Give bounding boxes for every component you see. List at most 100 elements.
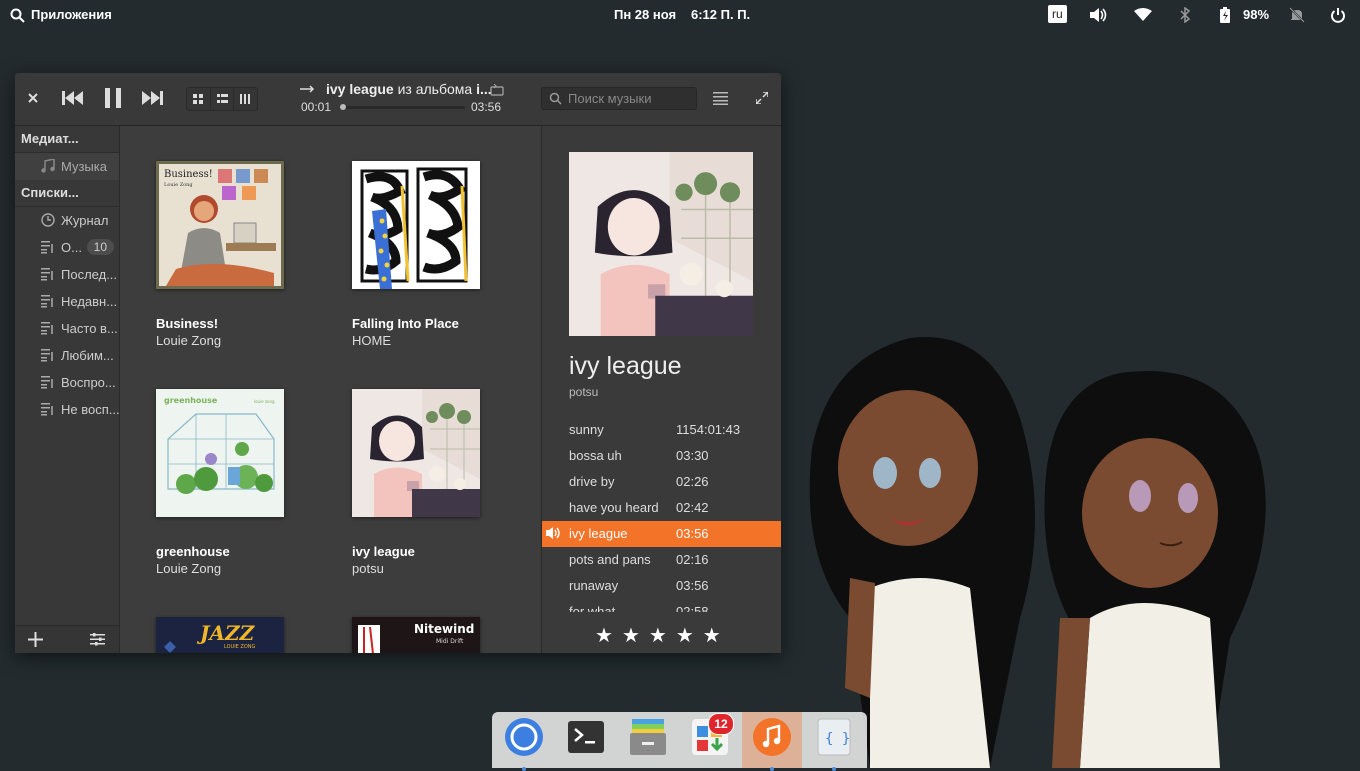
track-row[interactable]: for what 02:58 — [542, 599, 781, 612]
star-icon[interactable]: ★ — [622, 623, 640, 648]
music-icon — [753, 718, 791, 756]
album-title: greenhouse — [156, 544, 230, 559]
sidebar-item-label: Не восп... — [61, 402, 119, 417]
album-card[interactable]: Business! Louie Zong Business! Louie Zon… — [156, 161, 326, 348]
previous-button[interactable] — [62, 89, 84, 107]
dock-item-music[interactable] — [752, 717, 792, 771]
grid-icon — [193, 94, 204, 104]
sidebar-item-label: Недавн... — [61, 294, 118, 309]
sidebar-item-playlist[interactable]: Воспро... — [15, 369, 119, 396]
track-duration: 1154:01:43 — [676, 422, 741, 437]
applications-menu[interactable]: Приложения — [10, 7, 112, 23]
cover-title: greenhouse — [164, 396, 218, 405]
keyboard-layout-indicator[interactable]: ru — [1048, 5, 1067, 23]
track-row[interactable]: pots and pans 02:16 — [542, 547, 781, 573]
track-duration: 02:42 — [676, 500, 709, 515]
track-row[interactable]: drive by 02:26 — [542, 469, 781, 495]
sidebar-item-playlist[interactable]: Недавн... — [15, 288, 119, 315]
album-details-panel: ivy league potsu sunny 1154:01:43 bossa u… — [541, 126, 781, 653]
playlists-header: Списки... — [15, 180, 119, 207]
add-playlist-button[interactable] — [28, 632, 43, 652]
list-view-button[interactable] — [211, 88, 235, 110]
album-card[interactable]: greenhouse louie zong greenhouse Louie Z… — [156, 389, 326, 576]
cover-title: Nitewind — [414, 622, 474, 636]
power-icon[interactable] — [1328, 7, 1348, 23]
album-cover: Nitewind Midi Drift — [352, 617, 480, 653]
view-switcher — [186, 87, 258, 111]
star-icon[interactable]: ★ — [649, 623, 667, 648]
album-grid: Business! Louie Zong Business! Louie Zon… — [120, 126, 540, 653]
next-button[interactable] — [141, 89, 163, 107]
sidebar-item-playlist[interactable]: Не восп... — [15, 396, 119, 423]
star-icon[interactable]: ★ — [703, 623, 721, 648]
cover-artist: Louie Zong — [164, 182, 193, 188]
maximize-button[interactable] — [754, 90, 770, 106]
list-icon — [216, 94, 228, 103]
dock-item-appcenter[interactable]: 12 — [690, 713, 734, 757]
sidebar-item-queue[interactable]: О... 10 — [15, 234, 119, 261]
track-list: sunny 1154:01:43 bossa uh 03:30 drive by 02… — [542, 417, 781, 612]
wifi-icon[interactable] — [1133, 7, 1153, 23]
now-playing-track: ivy league — [326, 81, 394, 97]
sidebar-item-label: Любим... — [61, 348, 114, 363]
applications-label: Приложения — [31, 7, 112, 22]
date-label[interactable]: Пн 28 ноя — [614, 7, 676, 23]
album-card[interactable]: Nitewind Midi Drift — [352, 617, 522, 653]
search-field[interactable]: Поиск музыки — [541, 87, 697, 110]
track-row[interactable]: have you heard 02:42 — [542, 495, 781, 521]
close-button[interactable] — [25, 90, 41, 106]
track-row[interactable]: bossa uh 03:30 — [542, 443, 781, 469]
dock-item-terminal[interactable] — [566, 717, 606, 757]
star-icon[interactable]: ★ — [676, 623, 694, 648]
sidebar-item-playlist[interactable]: Любим... — [15, 342, 119, 369]
sidebar-item-music[interactable]: Музыка — [15, 153, 119, 180]
seek-bar[interactable] — [339, 104, 465, 110]
files-icon — [630, 719, 666, 755]
album-card[interactable]: JAZZ LOUIE ZONG — [156, 617, 326, 653]
playlist-icon — [41, 322, 53, 335]
track-row-playing[interactable]: ivy league 03:56 — [542, 521, 781, 547]
track-name: bossa uh — [569, 448, 622, 463]
album-title-large: ivy league — [569, 352, 682, 380]
notifications-off-icon[interactable] — [1287, 7, 1307, 23]
equalizer-button[interactable] — [90, 633, 105, 651]
sidebar-footer — [15, 625, 119, 653]
rating-stars: ★ ★ ★ ★ ★ — [595, 623, 721, 648]
arrow-right-icon — [300, 85, 315, 93]
speaker-icon — [546, 527, 560, 539]
seek-knob[interactable] — [339, 104, 346, 110]
dock-item-code[interactable]: { } — [814, 717, 854, 771]
cover-title: Business! — [164, 169, 213, 180]
sidebar-item-playlist[interactable]: Часто в... — [15, 315, 119, 342]
track-duration: 02:16 — [676, 552, 709, 567]
sidebar-item-playlist[interactable]: Послед... — [15, 261, 119, 288]
album-cover — [352, 161, 480, 289]
sidebar-item-history[interactable]: Журнал — [15, 207, 119, 234]
grid-view-button[interactable] — [187, 88, 211, 110]
track-row[interactable]: sunny 1154:01:43 — [542, 417, 781, 443]
volume-icon[interactable] — [1088, 7, 1108, 23]
album-artist-large: potsu — [569, 385, 599, 399]
column-view-button[interactable] — [234, 88, 257, 110]
track-name: sunny — [569, 422, 604, 437]
terminal-icon — [568, 721, 604, 753]
playlist-icon — [41, 403, 53, 416]
track-row[interactable]: runaway 03:56 — [542, 573, 781, 599]
now-playing-from: из альбома — [397, 81, 473, 97]
sidebar-item-label: Воспро... — [61, 375, 116, 390]
pause-icon — [105, 88, 121, 108]
bluetooth-off-icon[interactable] — [1175, 7, 1195, 23]
album-card[interactable]: ivy league potsu — [352, 389, 522, 576]
queue-menu-button[interactable] — [712, 90, 728, 106]
star-icon[interactable]: ★ — [595, 623, 613, 648]
queue-count-badge: 10 — [86, 239, 114, 255]
album-card[interactable]: Falling Into Place HOME — [352, 161, 522, 348]
repeat-icon[interactable] — [490, 83, 504, 101]
dock-item-files[interactable] — [628, 717, 668, 757]
battery-icon[interactable] — [1215, 7, 1235, 23]
skip-backward-icon — [62, 91, 83, 105]
equalizer-icon — [90, 633, 105, 646]
pause-button[interactable] — [103, 87, 123, 109]
time-label[interactable]: 6:12 П. П. — [691, 7, 750, 23]
dock-item-browser[interactable] — [504, 717, 544, 771]
